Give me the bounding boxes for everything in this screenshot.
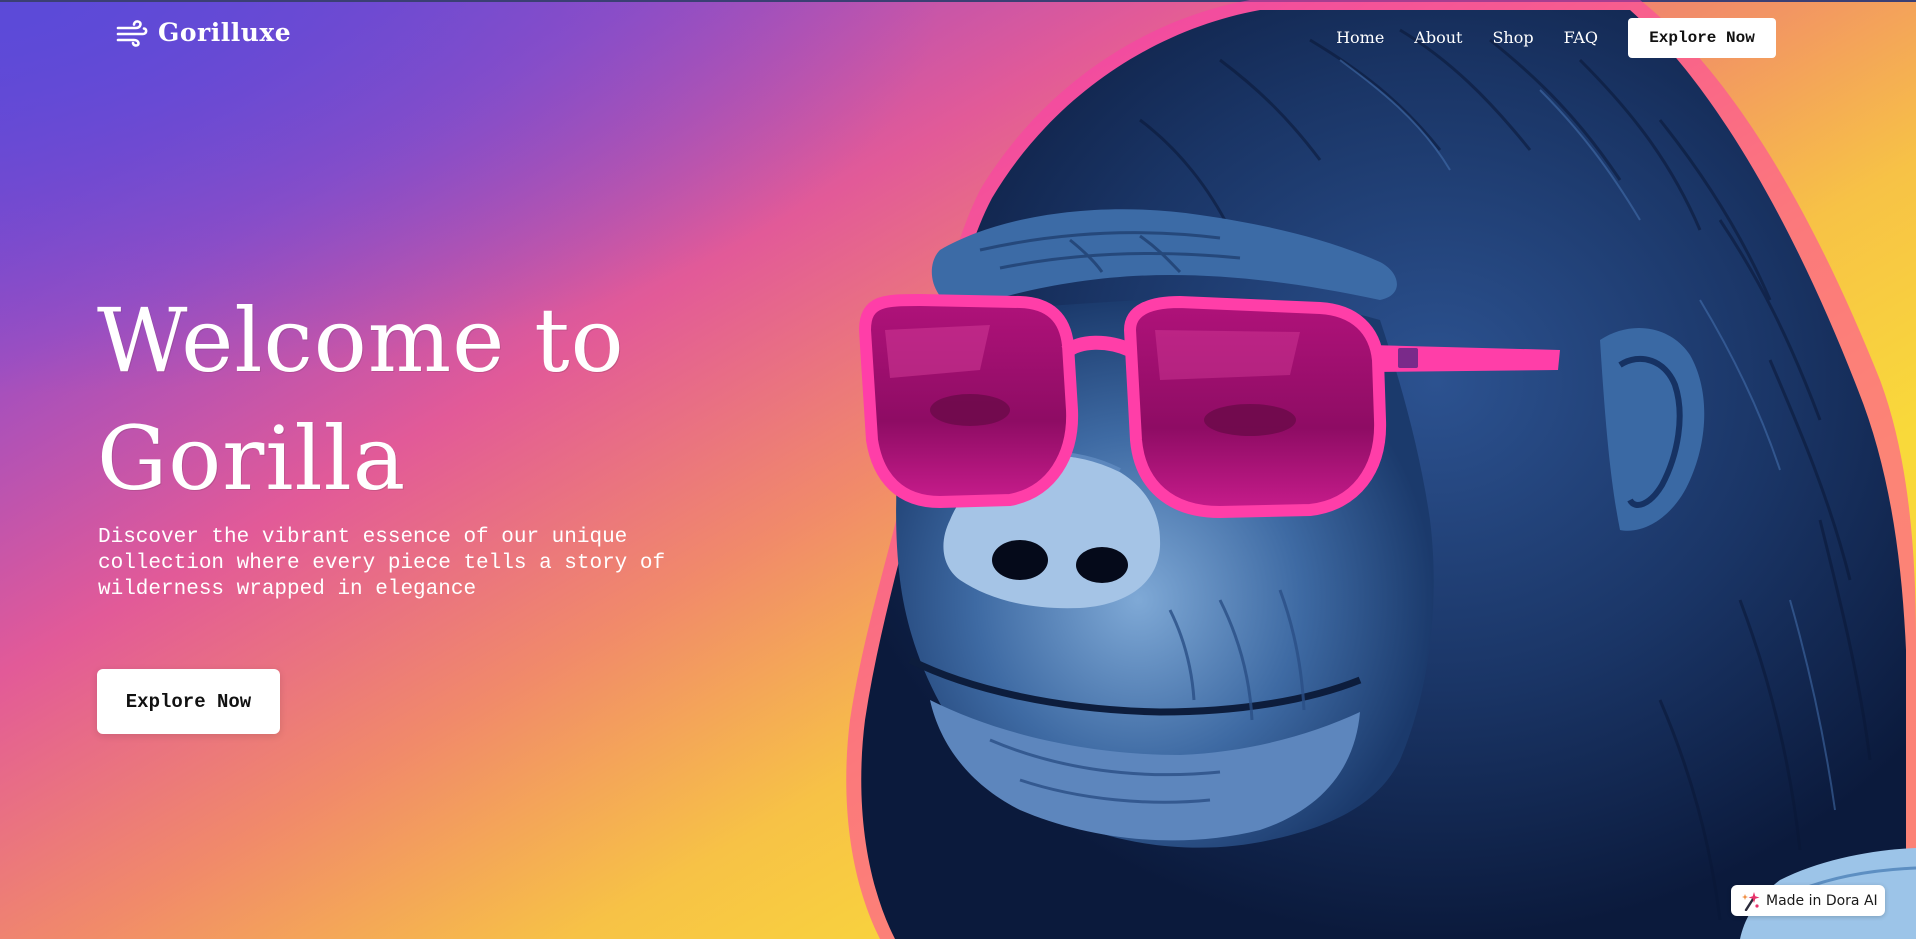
wind-icon (116, 19, 148, 47)
nav-item-home[interactable]: Home (1336, 20, 1384, 56)
hero-title-line-2: Gorilla (97, 407, 407, 510)
site-header: Gorilluxe Home About Shop FAQ Explore No… (0, 0, 1916, 72)
badge-label: Made in Dora AI (1766, 892, 1878, 909)
brand-name: Gorilluxe (158, 18, 292, 47)
nav-item-shop[interactable]: Shop (1492, 20, 1533, 56)
made-in-dora-badge[interactable]: Made in Dora AI (1731, 885, 1885, 916)
hero-title-line-1: Welcome to (97, 289, 625, 392)
nav-item-faq[interactable]: FAQ (1564, 20, 1598, 56)
hero-title: Welcome to Gorilla (97, 282, 777, 518)
nav-item-about[interactable]: About (1414, 20, 1462, 56)
hero-gorilla-image (846, 0, 1916, 939)
hero-explore-button[interactable]: Explore Now (97, 669, 280, 734)
brand-logo[interactable]: Gorilluxe (116, 18, 291, 47)
main-nav: Home About Shop FAQ Explore Now (1336, 18, 1776, 58)
header-explore-button[interactable]: Explore Now (1628, 18, 1776, 58)
hero-description: Discover the vibrant essence of our uniq… (98, 526, 666, 601)
sparkle-icon (1742, 891, 1760, 911)
